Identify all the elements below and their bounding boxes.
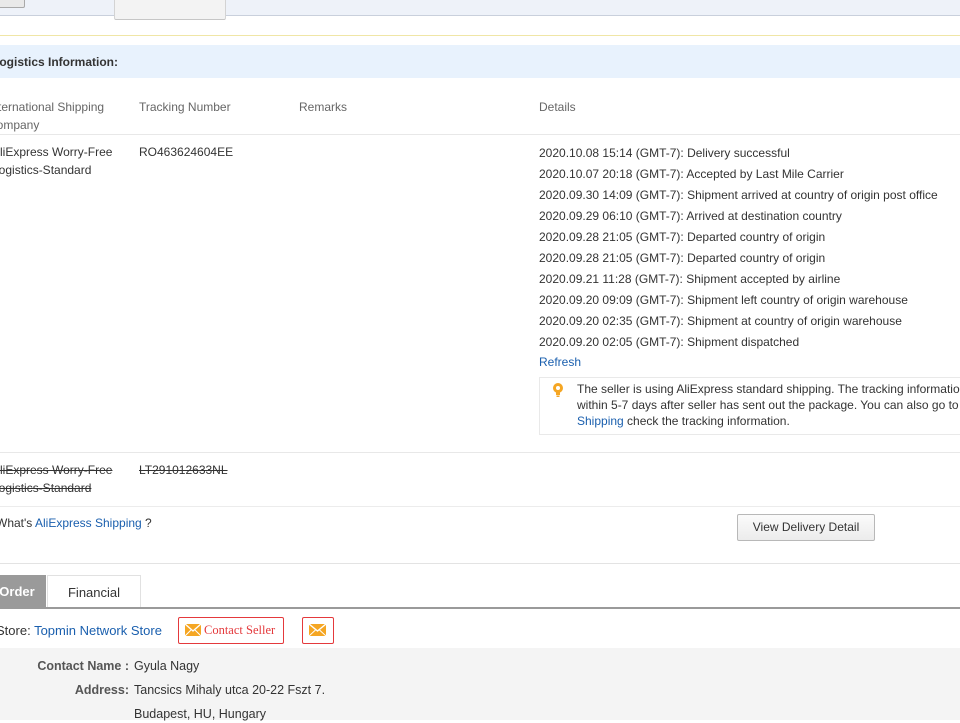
shipment-company: AliExpress Worry-Free Logistics-Standard — [0, 145, 113, 177]
tracking-event: 2020.09.28 21:05 (GMT-7): Departed count… — [539, 251, 826, 265]
section-divider — [0, 563, 960, 564]
top-button[interactable] — [114, 0, 226, 20]
tracking-event: 2020.09.21 11:28 (GMT-7): Shipment accep… — [539, 272, 841, 286]
tracking-event: 2020.09.20 09:09 (GMT-7): Shipment left … — [539, 293, 908, 307]
column-header-tracking: Tracking Number — [139, 100, 231, 114]
envelope-icon — [185, 624, 201, 636]
contact-seller-label: Contact Seller — [204, 623, 276, 637]
shipping-link[interactable]: Shipping — [577, 414, 624, 428]
contact-name-label: Contact Name : — [37, 659, 129, 673]
tracking-number-cancelled: LT291012633NL — [139, 463, 228, 477]
tracking-event: 2020.09.20 02:35 (GMT-7): Shipment at co… — [539, 314, 902, 328]
row-divider — [0, 506, 960, 507]
address-line1: Tancsics Mihaly utca 20-22 Fszt 7. — [134, 683, 326, 697]
logistics-title: Logistics Information: — [0, 55, 118, 69]
contact-name-value: Gyula Nagy — [134, 659, 200, 673]
column-header-company: International Shipping Company — [0, 100, 105, 132]
tracking-event: 2020.09.29 06:10 (GMT-7): Arrived at des… — [539, 209, 842, 223]
aliexpress-shipping-link[interactable]: AliExpress Shipping — [35, 516, 142, 530]
address-label: Address: — [74, 683, 129, 697]
tracking-event: 2020.09.28 21:05 (GMT-7): Departed count… — [539, 230, 826, 244]
logistics-header-bar — [0, 45, 960, 78]
envelope-icon — [309, 624, 326, 636]
column-header-remarks: Remarks — [299, 100, 348, 114]
tracking-event: 2020.10.07 20:18 (GMT-7): Accepted by La… — [539, 167, 844, 181]
tracking-number: RO463624604EE — [139, 145, 234, 159]
divider — [0, 35, 960, 36]
header-divider — [0, 134, 960, 135]
tracking-event: 2020.09.30 14:09 (GMT-7): Shipment arriv… — [539, 188, 938, 202]
column-header-details: Details — [539, 100, 576, 114]
top-left-button[interactable] — [0, 0, 25, 8]
message-button[interactable] — [302, 617, 334, 644]
tracking-events-list: 2020.10.08 15:14 (GMT-7): Delivery succe… — [539, 144, 960, 354]
row-divider — [0, 452, 960, 453]
shipping-notice: The seller is using AliExpress standard … — [539, 377, 960, 435]
view-delivery-detail-button[interactable]: View Delivery Detail — [737, 514, 875, 541]
address-line2: Budapest, HU, Hungary — [134, 707, 267, 721]
lightbulb-icon — [553, 383, 563, 397]
tab-financial[interactable]: Financial — [47, 575, 141, 608]
tab-order[interactable]: Order — [0, 575, 46, 608]
shipment-company-cancelled: AliExpress Worry-Free Logistics-Standard — [0, 463, 113, 495]
refresh-link[interactable]: Refresh — [539, 353, 581, 371]
tracking-event: 2020.09.20 02:05 (GMT-7): Shipment dispa… — [539, 335, 800, 349]
store-info: Store: Topmin Network Store — [0, 623, 162, 638]
tracking-event: 2020.10.08 15:14 (GMT-7): Delivery succe… — [539, 146, 790, 160]
shipping-help: What's AliExpress Shipping ? — [0, 516, 152, 530]
store-name-link[interactable]: Topmin Network Store — [34, 623, 162, 638]
tab-underline — [0, 607, 960, 609]
notice-text: The seller is using AliExpress standard … — [577, 382, 960, 428]
contact-seller-button[interactable]: Contact Seller — [178, 617, 284, 644]
